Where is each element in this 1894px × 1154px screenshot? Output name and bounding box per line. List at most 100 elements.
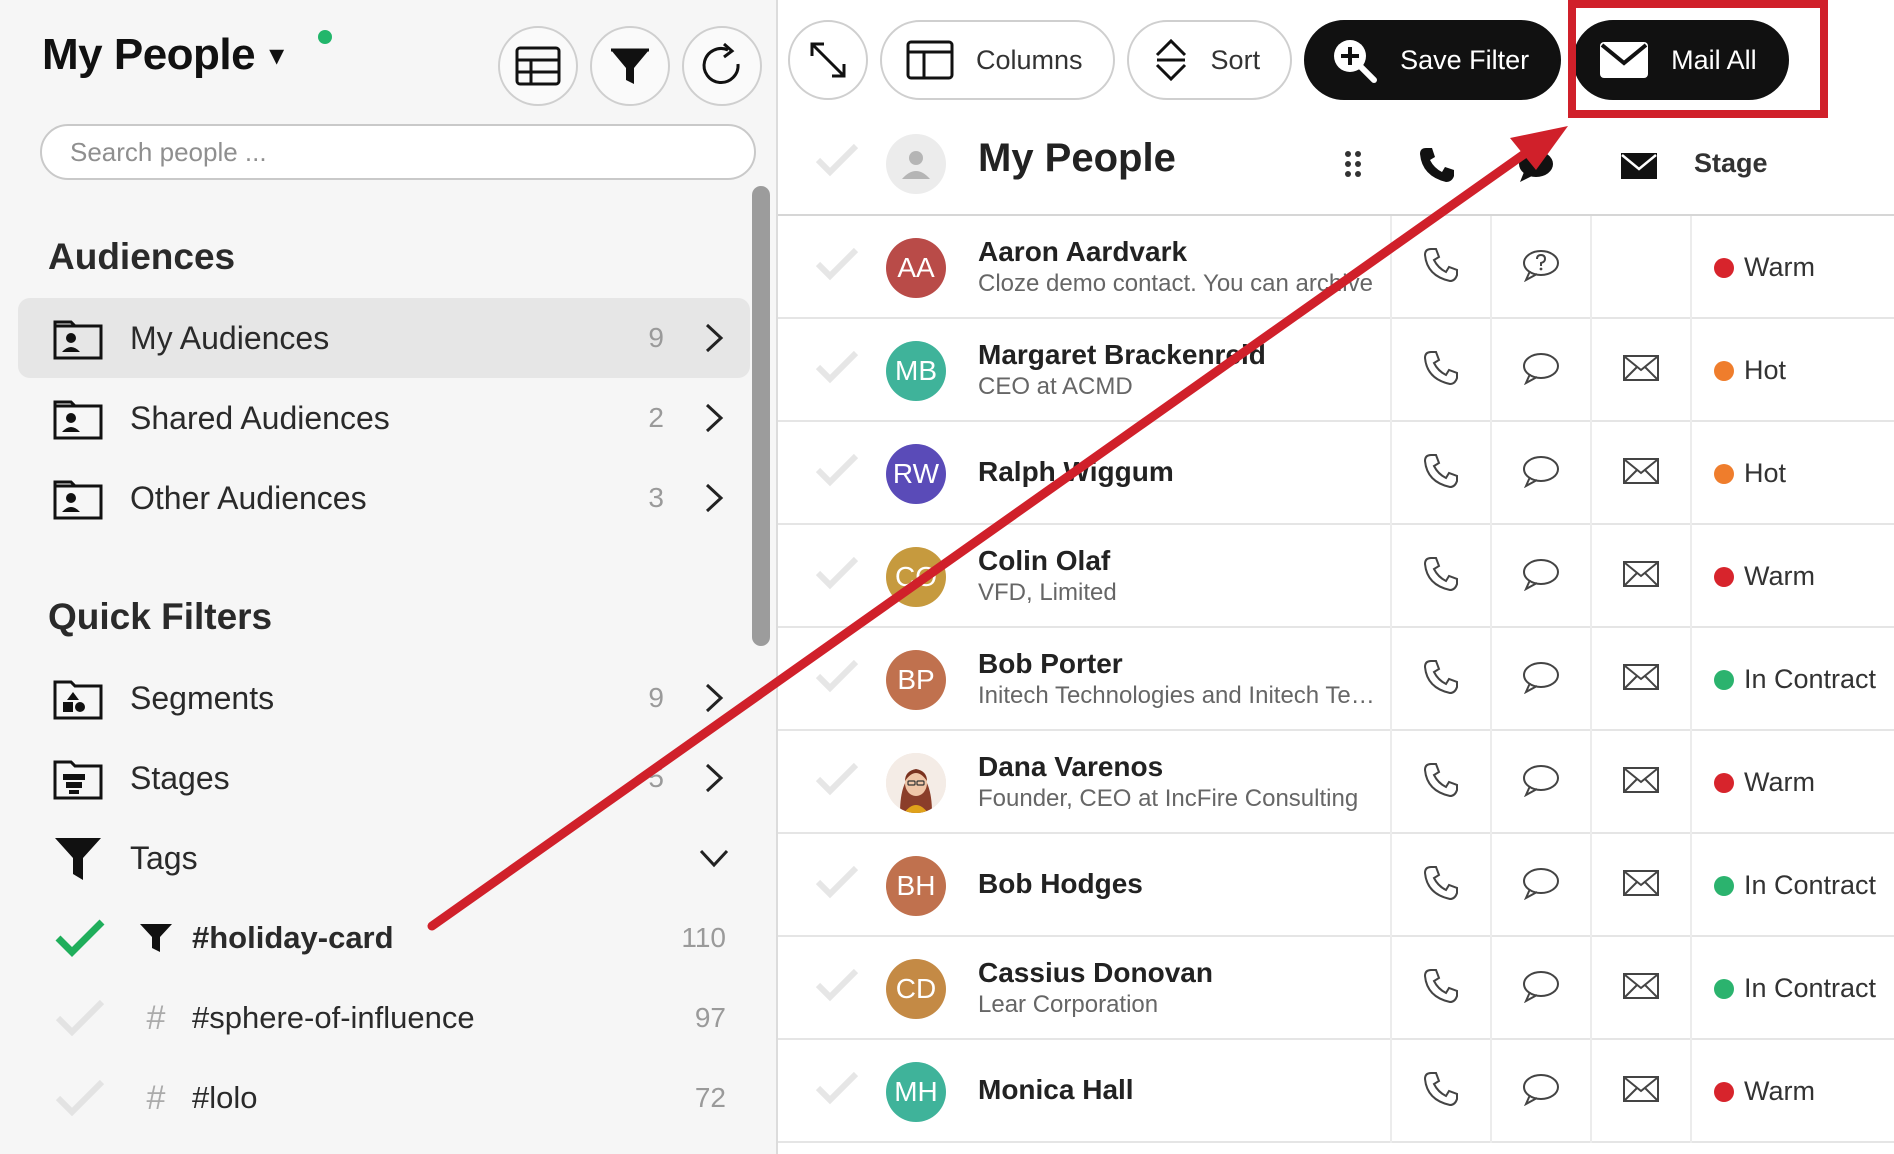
- contact-name[interactable]: Ralph Wiggum: [978, 456, 1174, 488]
- table-view-button[interactable]: [498, 26, 578, 106]
- contact-name[interactable]: Bob Porter: [978, 648, 1123, 680]
- sidebar-item-segments[interactable]: Segments 9: [18, 658, 750, 738]
- sidebar-item-tags[interactable]: Tags: [18, 818, 750, 898]
- avatar[interactable]: AA: [886, 238, 946, 298]
- row-checkbox[interactable]: [814, 246, 860, 287]
- stage-cell[interactable]: In Contract: [1690, 834, 1894, 937]
- sidebar-header[interactable]: My People ▾: [42, 30, 332, 80]
- row-checkbox[interactable]: [814, 1070, 860, 1111]
- contact-name[interactable]: Dana Varenos: [978, 751, 1163, 783]
- email-button[interactable]: [1590, 937, 1690, 1040]
- call-button[interactable]: [1390, 216, 1490, 319]
- call-button[interactable]: [1390, 319, 1490, 422]
- message-button[interactable]: [1490, 937, 1590, 1040]
- checkmark-icon[interactable]: [54, 1078, 114, 1118]
- stage-cell[interactable]: In Contract: [1690, 628, 1894, 731]
- stage-cell[interactable]: Warm: [1690, 216, 1894, 319]
- tag-item-holiday-card[interactable]: #holiday-card 110: [18, 898, 750, 978]
- contact-name[interactable]: Colin Olaf: [978, 545, 1110, 577]
- row-checkbox[interactable]: [814, 761, 860, 802]
- message-button[interactable]: [1490, 216, 1590, 319]
- table-row[interactable]: CO Colin Olaf VFD, Limited Warm: [778, 525, 1894, 628]
- table-row[interactable]: MH Monica Hall Warm: [778, 1040, 1894, 1143]
- table-row[interactable]: Dana Varenos Founder, CEO at IncFire Con…: [778, 731, 1894, 834]
- sidebar-scrollbar[interactable]: [752, 186, 770, 646]
- call-button[interactable]: [1390, 834, 1490, 937]
- message-button[interactable]: [1490, 731, 1590, 834]
- chat-icon[interactable]: [1516, 148, 1556, 189]
- select-all-checkbox[interactable]: [814, 142, 860, 183]
- message-button[interactable]: [1490, 834, 1590, 937]
- refresh-button[interactable]: [682, 26, 762, 106]
- call-button[interactable]: [1390, 937, 1490, 1040]
- call-button[interactable]: [1390, 422, 1490, 525]
- email-button[interactable]: [1590, 216, 1690, 319]
- email-button[interactable]: [1590, 731, 1690, 834]
- row-checkbox[interactable]: [814, 967, 860, 1008]
- call-button[interactable]: [1390, 1040, 1490, 1143]
- call-button[interactable]: [1390, 525, 1490, 628]
- chevron-down-icon[interactable]: ▾: [269, 38, 284, 73]
- message-button[interactable]: [1490, 628, 1590, 731]
- table-row[interactable]: CD Cassius Donovan Lear Corporation In C…: [778, 937, 1894, 1040]
- contact-name[interactable]: Aaron Aardvark: [978, 236, 1187, 268]
- avatar[interactable]: BP: [886, 650, 946, 710]
- save-filter-button[interactable]: Save Filter: [1304, 20, 1562, 100]
- sidebar-title[interactable]: My People: [42, 30, 256, 80]
- avatar[interactable]: MH: [886, 1062, 946, 1122]
- avatar[interactable]: CD: [886, 959, 946, 1019]
- stage-cell[interactable]: Warm: [1690, 525, 1894, 628]
- table-row[interactable]: BH Bob Hodges In Contract: [778, 834, 1894, 937]
- avatar[interactable]: CO: [886, 547, 946, 607]
- sidebar-item-shared-audiences[interactable]: Shared Audiences 2: [18, 378, 750, 458]
- avatar[interactable]: [886, 753, 946, 813]
- expand-button[interactable]: [788, 20, 868, 100]
- tag-item-lolo[interactable]: # #lolo 72: [18, 1058, 750, 1138]
- contact-name[interactable]: Cassius Donovan: [978, 957, 1213, 989]
- search-input[interactable]: [40, 124, 756, 180]
- stage-cell[interactable]: Warm: [1690, 731, 1894, 834]
- stage-column-header[interactable]: Stage: [1694, 148, 1768, 179]
- row-checkbox[interactable]: [814, 349, 860, 390]
- message-button[interactable]: [1490, 319, 1590, 422]
- filter-button[interactable]: [590, 26, 670, 106]
- sidebar-item-other-audiences[interactable]: Other Audiences 3: [18, 458, 750, 538]
- message-button[interactable]: [1490, 1040, 1590, 1143]
- email-button[interactable]: [1590, 1040, 1690, 1143]
- envelope-icon[interactable]: [1620, 152, 1658, 185]
- tag-item-sphere-of-influence[interactable]: # #sphere-of-influence 97: [18, 978, 750, 1058]
- table-row[interactable]: AA Aaron Aardvark Cloze demo contact. Yo…: [778, 216, 1894, 319]
- avatar[interactable]: MB: [886, 341, 946, 401]
- contact-name[interactable]: Monica Hall: [978, 1074, 1134, 1106]
- email-button[interactable]: [1590, 834, 1690, 937]
- stage-cell[interactable]: Hot: [1690, 422, 1894, 525]
- email-button[interactable]: [1590, 525, 1690, 628]
- stage-cell[interactable]: Warm: [1690, 1040, 1894, 1143]
- stage-cell[interactable]: Hot: [1690, 319, 1894, 422]
- checkmark-icon[interactable]: [54, 918, 114, 958]
- email-button[interactable]: [1590, 628, 1690, 731]
- phone-icon[interactable]: [1418, 146, 1456, 189]
- contact-name[interactable]: Margaret Brackenreid: [978, 339, 1266, 371]
- avatar[interactable]: BH: [886, 856, 946, 916]
- email-button[interactable]: [1590, 422, 1690, 525]
- checkmark-icon[interactable]: [54, 998, 114, 1038]
- row-checkbox[interactable]: [814, 864, 860, 905]
- stage-cell[interactable]: In Contract: [1690, 937, 1894, 1040]
- row-checkbox[interactable]: [814, 555, 860, 596]
- columns-button[interactable]: Columns: [880, 20, 1115, 100]
- sidebar-item-stages[interactable]: Stages 5: [18, 738, 750, 818]
- message-button[interactable]: [1490, 422, 1590, 525]
- message-button[interactable]: [1490, 525, 1590, 628]
- email-button[interactable]: [1590, 319, 1690, 422]
- row-checkbox[interactable]: [814, 452, 860, 493]
- avatar[interactable]: RW: [886, 444, 946, 504]
- table-row[interactable]: MB Margaret Brackenreid CEO at ACMD Hot: [778, 319, 1894, 422]
- table-row[interactable]: BP Bob Porter Initech Technologies and I…: [778, 628, 1894, 731]
- table-row[interactable]: RW Ralph Wiggum Hot: [778, 422, 1894, 525]
- call-button[interactable]: [1390, 628, 1490, 731]
- drag-handle-icon[interactable]: [1344, 150, 1362, 183]
- call-button[interactable]: [1390, 731, 1490, 834]
- sidebar-item-my-audiences[interactable]: My Audiences 9: [18, 298, 750, 378]
- contact-name[interactable]: Bob Hodges: [978, 868, 1143, 900]
